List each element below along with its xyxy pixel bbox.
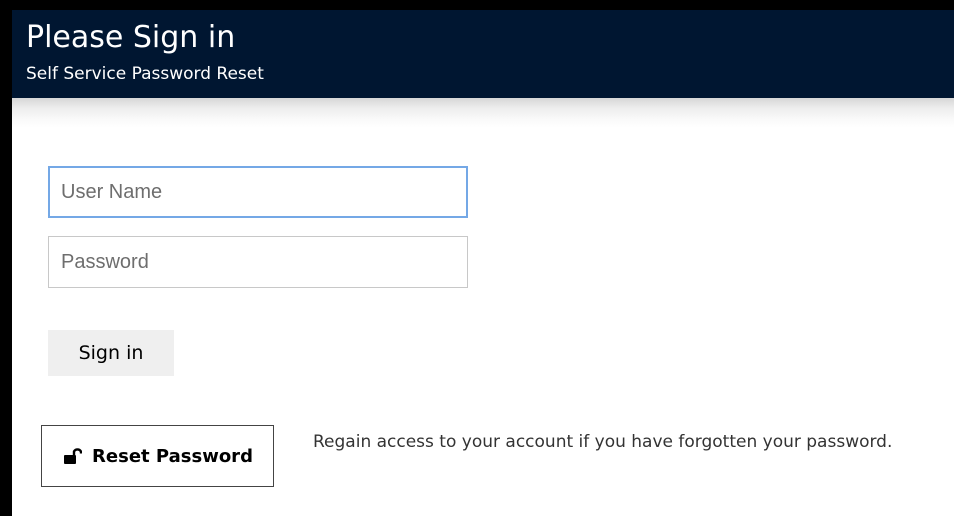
window-left-edge (0, 0, 12, 516)
page-subtitle: Self Service Password Reset (26, 64, 264, 84)
reset-password-description: Regain access to your account if you hav… (313, 432, 893, 452)
browser-viewport: Please Sign in Self Service Password Res… (0, 0, 954, 516)
page-header: Please Sign in Self Service Password Res… (12, 10, 954, 98)
sign-in-button[interactable]: Sign in (48, 330, 174, 376)
reset-password-button[interactable]: Reset Password (41, 425, 274, 487)
window-top-edge (0, 0, 954, 10)
unlocked-padlock-icon (62, 446, 83, 466)
username-input[interactable] (48, 166, 468, 218)
header-shadow (12, 98, 954, 128)
page-title: Please Sign in (26, 20, 236, 55)
reset-password-label: Reset Password (92, 445, 253, 467)
password-input[interactable] (48, 236, 468, 288)
